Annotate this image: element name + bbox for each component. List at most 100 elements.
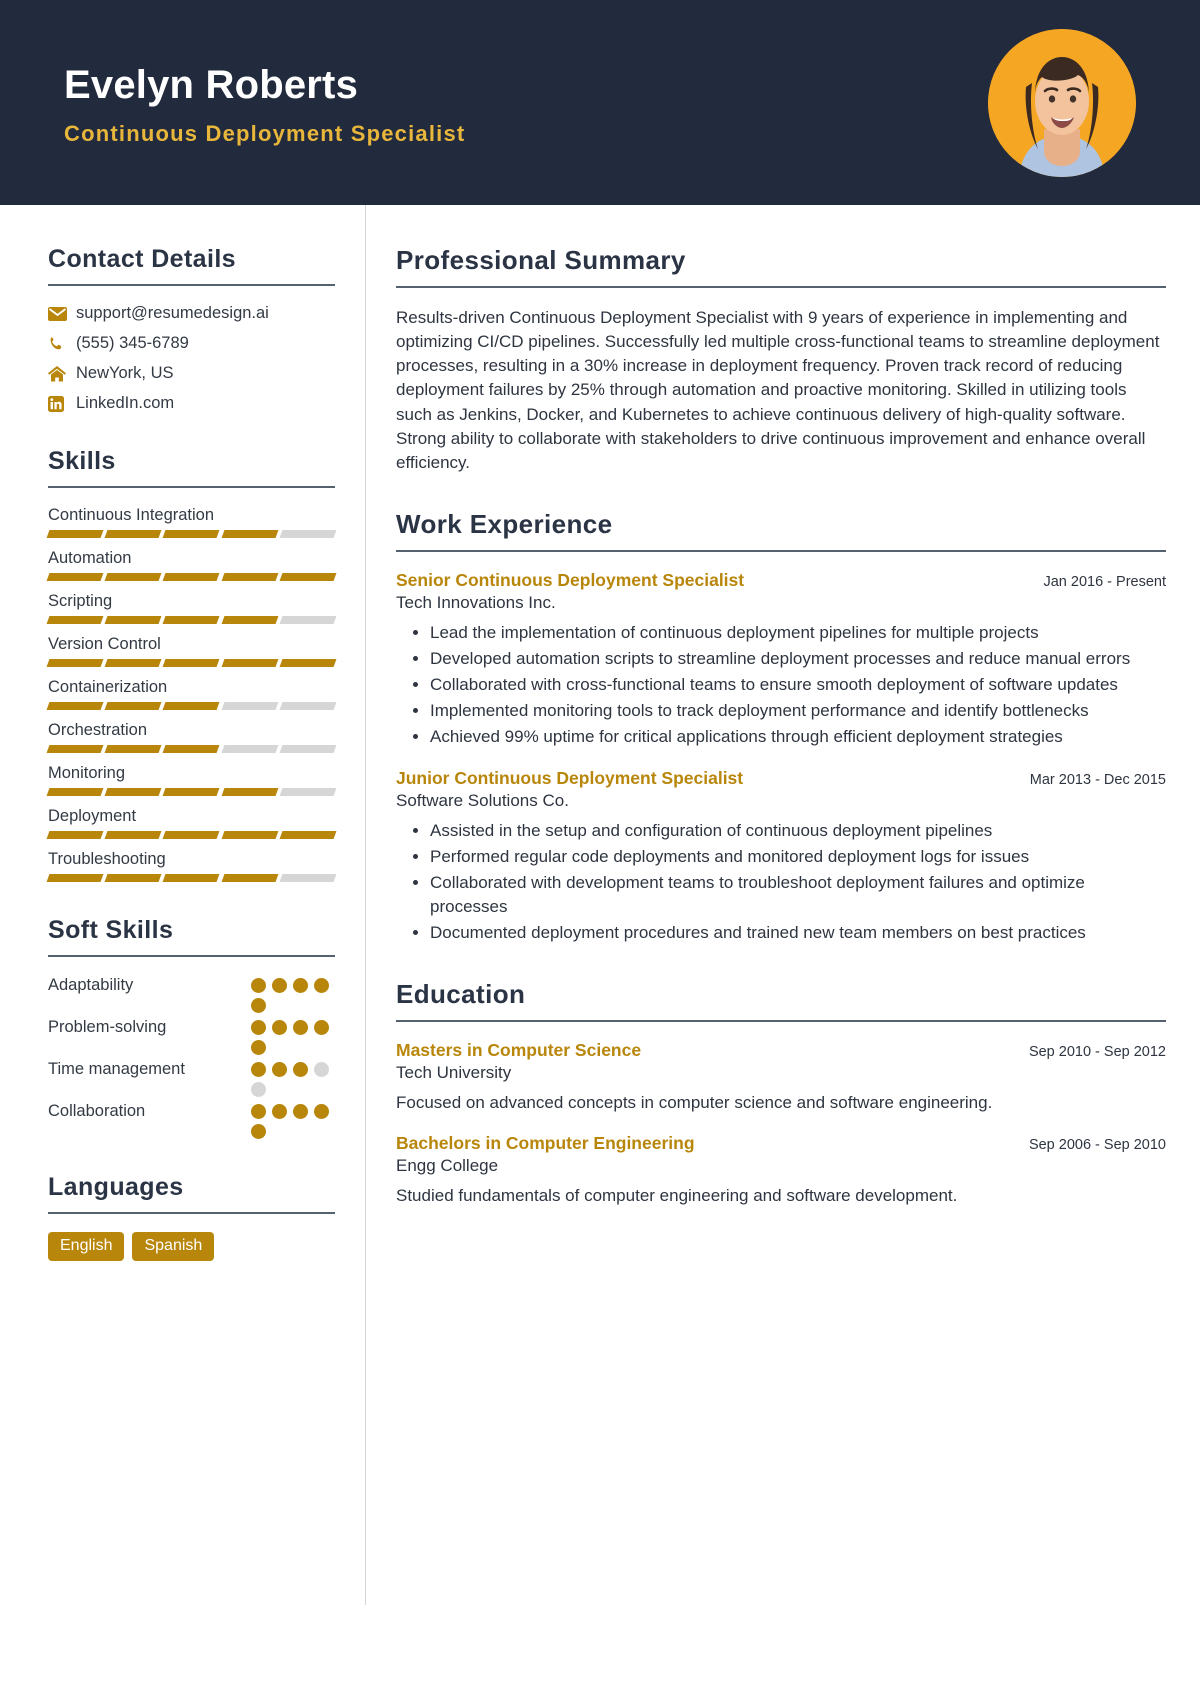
skills-section-title: Skills bbox=[48, 447, 116, 475]
work-entry-header: Junior Continuous Deployment Specialist M… bbox=[396, 768, 1166, 789]
work-entry-company: Tech Innovations Inc. bbox=[396, 592, 556, 612]
list-item: Documented deployment procedures and tra… bbox=[430, 921, 1166, 945]
divider bbox=[396, 286, 1166, 288]
divider bbox=[396, 1020, 1166, 1023]
work-entry-date: Mar 2013 - Dec 2015 bbox=[1029, 771, 1166, 788]
skill-level-bar bbox=[46, 659, 337, 667]
phone-icon bbox=[48, 336, 76, 352]
resume-header: Evelyn Roberts Continuous Deployment Spe… bbox=[0, 0, 1200, 205]
work-entry-header: Senior Continuous Deployment Specialist J… bbox=[396, 570, 1166, 591]
skill-segment bbox=[46, 874, 104, 882]
soft-skill-label: Time management bbox=[48, 1060, 185, 1078]
education-entry-date: Sep 2006 - Sep 2010 bbox=[1028, 1137, 1166, 1154]
rating-dot bbox=[314, 1020, 329, 1035]
soft-skill-rating bbox=[251, 1101, 335, 1139]
rating-dot bbox=[251, 998, 266, 1013]
rating-dot bbox=[251, 1020, 266, 1035]
rating-dot bbox=[251, 1040, 266, 1055]
skill-segment bbox=[104, 659, 162, 667]
contact-item-email[interactable]: support@resumedesign.ai bbox=[48, 304, 335, 323]
soft-skill-rating bbox=[251, 1017, 335, 1055]
soft-skill-rating bbox=[251, 975, 335, 1013]
contact-value: support@resumedesign.ai bbox=[76, 304, 269, 322]
job-title: Continuous Deployment Specialist bbox=[64, 120, 466, 146]
rating-dot bbox=[272, 978, 287, 993]
soft-skills-section-title: Soft Skills bbox=[48, 916, 174, 944]
education-section-title: Education bbox=[396, 979, 526, 1010]
contact-value: LinkedIn.com bbox=[76, 394, 175, 412]
education-entry: Masters in Computer Science Sep 2010 - Se… bbox=[396, 1040, 1166, 1115]
work-entry-list: Senior Continuous Deployment Specialist J… bbox=[396, 570, 1166, 945]
education-entry-date: Sep 2010 - Sep 2012 bbox=[1028, 1044, 1166, 1061]
education-entry-degree: Masters in Computer Science bbox=[396, 1040, 642, 1061]
list-item: Assisted in the setup and configuration … bbox=[430, 819, 1166, 843]
skill-segment bbox=[104, 831, 162, 839]
contact-section-title: Contact Details bbox=[48, 245, 236, 273]
skill-level-bar bbox=[46, 831, 337, 839]
skill-segment bbox=[46, 659, 104, 667]
rating-dot bbox=[293, 1062, 308, 1077]
skill-segment bbox=[221, 573, 279, 581]
summary-section-title: Professional Summary bbox=[396, 245, 686, 275]
list-item: Developed automation scripts to streamli… bbox=[430, 647, 1166, 671]
summary-text: Results-driven Continuous Deployment Spe… bbox=[396, 308, 1160, 472]
skill-segment bbox=[162, 874, 221, 882]
soft-skill-label: Adaptability bbox=[48, 976, 134, 994]
skill-level-bar bbox=[46, 530, 337, 538]
section-soft-skills: Soft Skills Adaptability Problem-solving T… bbox=[48, 916, 335, 1139]
skills-list: Continuous Integration Automation Scriptin… bbox=[46, 506, 337, 882]
skill-segment bbox=[46, 831, 104, 839]
divider bbox=[396, 549, 1166, 552]
skill-segment bbox=[279, 573, 337, 581]
work-entry: Senior Continuous Deployment Specialist J… bbox=[396, 570, 1166, 750]
skill-label: Deployment bbox=[48, 807, 137, 825]
skill-segment bbox=[104, 745, 162, 753]
work-entry-bullets: Lead the implementation of continuous de… bbox=[396, 621, 1166, 750]
main-content: Professional Summary Results-driven Cont… bbox=[366, 205, 1200, 1282]
soft-skill-label: Collaboration bbox=[48, 1102, 146, 1120]
skill-segment bbox=[221, 530, 279, 538]
rating-dot bbox=[251, 1062, 266, 1077]
skill-segment bbox=[279, 874, 337, 882]
skill-segment bbox=[279, 831, 337, 839]
skill-segment bbox=[221, 616, 279, 624]
divider bbox=[48, 955, 335, 957]
skill-item: Deployment bbox=[46, 807, 337, 839]
contact-item-location[interactable]: NewYork, US bbox=[48, 364, 335, 383]
skill-level-bar bbox=[46, 616, 337, 624]
skill-segment bbox=[279, 530, 337, 538]
rating-dot bbox=[293, 1104, 308, 1119]
section-skills: Skills Continuous Integration Automation S… bbox=[46, 447, 337, 882]
skill-segment bbox=[221, 745, 279, 753]
soft-skill-item: Collaboration bbox=[48, 1101, 335, 1139]
skill-item: Containerization bbox=[46, 678, 337, 710]
contact-item-phone[interactable]: (555) 345-6789 bbox=[48, 334, 335, 353]
languages-section-title: Languages bbox=[48, 1173, 184, 1201]
resume-page: Evelyn Roberts Continuous Deployment Spe… bbox=[0, 0, 1200, 1684]
work-entry-role: Senior Continuous Deployment Specialist bbox=[396, 569, 745, 590]
skill-segment bbox=[104, 530, 162, 538]
resume-body: Contact Details support@resumedesign.ai … bbox=[0, 205, 1200, 1605]
soft-skill-item: Adaptability bbox=[48, 975, 335, 1013]
skill-level-bar bbox=[46, 573, 337, 581]
skill-segment bbox=[46, 616, 104, 624]
skill-segment bbox=[221, 831, 279, 839]
avatar bbox=[988, 28, 1136, 177]
skill-item: Continuous Integration bbox=[46, 506, 337, 538]
soft-skill-rating bbox=[251, 1059, 335, 1097]
contact-item-linkedin[interactable]: LinkedIn.com bbox=[48, 394, 335, 413]
skill-segment bbox=[162, 831, 221, 839]
skill-segment bbox=[279, 788, 337, 796]
contact-value: (555) 345-6789 bbox=[76, 334, 189, 352]
skill-segment bbox=[279, 616, 337, 624]
work-entry-date: Jan 2016 - Present bbox=[1043, 573, 1166, 590]
language-chip: English bbox=[48, 1232, 125, 1261]
skill-segment bbox=[104, 874, 162, 882]
skill-segment bbox=[162, 745, 221, 753]
skill-segment bbox=[221, 874, 279, 882]
rating-dot bbox=[251, 1082, 266, 1097]
rating-dot bbox=[293, 978, 308, 993]
skill-segment bbox=[104, 616, 162, 624]
skill-label: Troubleshooting bbox=[48, 850, 166, 868]
list-item: Achieved 99% uptime for critical applica… bbox=[430, 725, 1166, 749]
